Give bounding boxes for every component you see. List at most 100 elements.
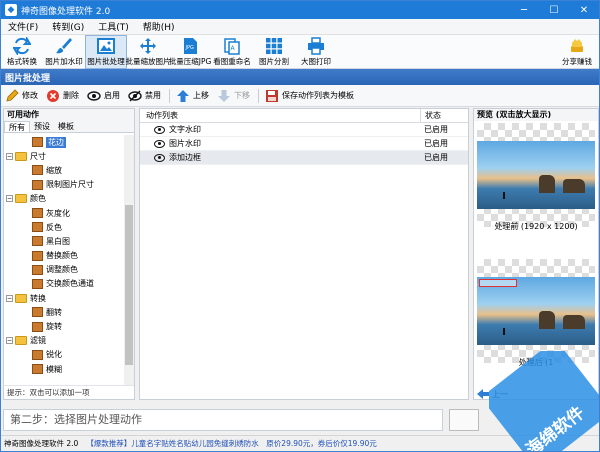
action-row[interactable]: 图片水印 已启用: [140, 137, 468, 151]
tree-item[interactable]: 灰度化: [4, 206, 124, 220]
tree-item[interactable]: 模糊: [4, 362, 124, 376]
eye-icon[interactable]: [154, 139, 165, 148]
toolbar-resize-button[interactable]: 批量缩放图片: [125, 35, 171, 69]
person-silhouette: [503, 192, 505, 199]
tab-all[interactable]: 所有: [4, 121, 30, 132]
action-label: 禁用: [145, 91, 161, 100]
tree-item-label: 限制图片尺寸: [46, 180, 94, 190]
tree-scrollbar[interactable]: [124, 135, 134, 385]
tree-item[interactable]: 缩放: [4, 163, 124, 177]
menu-help[interactable]: 帮助(H): [136, 20, 182, 33]
tree-item[interactable]: 限制图片尺寸: [4, 178, 124, 192]
tree-folder[interactable]: − 转换: [4, 291, 124, 305]
title-bar: ◆ 神奇图像处理软件 2.0 ─ ☐ ✕: [1, 1, 599, 19]
preview-after[interactable]: 处理后 (1: [477, 259, 595, 367]
move-up-button[interactable]: 上移: [176, 89, 209, 103]
menu-tools[interactable]: 工具(T): [91, 20, 136, 33]
image-icon: [97, 37, 115, 55]
tree-folder[interactable]: − 尺寸: [4, 149, 124, 163]
enable-button[interactable]: 启用: [87, 89, 120, 103]
action-tree: 花边 − 尺寸 缩放 限制图片尺寸 − 颜色 灰度化 反色 黑白图 替换颜色 调…: [4, 135, 124, 383]
minimize-button[interactable]: ─: [509, 1, 539, 19]
action-label: 上移: [193, 91, 209, 100]
edit-button[interactable]: 修改: [5, 88, 38, 103]
save-template-button[interactable]: 保存动作列表为模板: [265, 89, 354, 103]
column-header-action[interactable]: 动作列表: [140, 109, 420, 122]
tree-item[interactable]: 旋转: [4, 319, 124, 333]
tree-item-label: 模糊: [46, 364, 62, 374]
disable-button[interactable]: 禁用: [128, 89, 161, 103]
watermark-box: [479, 279, 517, 287]
menu-file[interactable]: 文件(F): [1, 20, 45, 33]
action-box-icon: [32, 208, 43, 219]
panel-title: 可用动作: [4, 109, 134, 121]
beach-photo-image: [477, 277, 595, 345]
tree-item[interactable]: 调整颜色: [4, 263, 124, 277]
toolbar-batch-button[interactable]: 图片批处理: [85, 35, 127, 69]
toolbar-label: 图片分割: [259, 57, 289, 66]
collapse-icon[interactable]: −: [6, 337, 13, 345]
action-tabs: 所有 预设 模板: [4, 121, 134, 133]
eye-icon[interactable]: [154, 125, 165, 134]
action-row[interactable]: 添加边框 已启用: [140, 151, 468, 165]
tree-folder[interactable]: − 颜色: [4, 192, 124, 206]
tab-presets[interactable]: 预设: [30, 121, 54, 132]
eye-off-icon: [128, 89, 142, 103]
toolbar-label: 分享赚钱: [562, 57, 592, 66]
tree-folder[interactable]: − 滤镜: [4, 334, 124, 348]
toolbar-split-button[interactable]: 图片分割: [253, 35, 295, 69]
tree-folder-label: 颜色: [30, 194, 46, 204]
maximize-button[interactable]: ☐: [539, 1, 569, 19]
close-button[interactable]: ✕: [569, 1, 599, 19]
toolbar-separator: [258, 88, 259, 103]
available-actions-panel: 可用动作 所有 预设 模板 花边 − 尺寸 缩放 限制图片尺寸 − 颜色 灰度化…: [3, 108, 135, 400]
preview-before[interactable]: 处理前 (1920 x 1200): [477, 123, 595, 231]
toolbar-label: 格式转换: [7, 57, 37, 66]
toolbar-print-button[interactable]: 大图打印: [295, 35, 337, 69]
tree-item[interactable]: 黑白图: [4, 234, 124, 248]
action-row[interactable]: 文字水印 已启用: [140, 123, 468, 137]
tree-item[interactable]: 交换颜色通道: [4, 277, 124, 291]
move-down-button[interactable]: 下移: [217, 89, 250, 103]
next-step-button[interactable]: [449, 409, 479, 431]
tree-item[interactable]: 锐化: [4, 348, 124, 362]
tree-item[interactable]: 替换颜色: [4, 249, 124, 263]
action-box-icon: [32, 349, 43, 360]
toolbar-label: 批量缩放图片: [125, 57, 171, 66]
prev-step-button[interactable]: 上一: [473, 387, 599, 401]
move-arrows-icon: [139, 37, 157, 55]
tree-item-label: 黑白图: [46, 236, 70, 246]
action-box-icon: [32, 364, 43, 375]
menu-goto[interactable]: 转到(G): [45, 20, 91, 33]
toolbar-compress-button[interactable]: JPG 批量压缩JPG: [169, 35, 211, 69]
delete-button[interactable]: 删除: [46, 89, 79, 103]
action-box-icon: [32, 236, 43, 247]
printer-icon: [307, 37, 325, 55]
column-header-status[interactable]: 状态: [420, 109, 441, 122]
folder-icon: [15, 151, 27, 161]
share-earn-button[interactable]: 分享赚钱: [555, 35, 599, 69]
toolbar-separator: [169, 88, 170, 103]
tree-item[interactable]: 花边: [4, 135, 124, 149]
collapse-icon[interactable]: −: [6, 152, 13, 160]
scrollbar-thumb[interactable]: [125, 205, 133, 365]
toolbar-rename-button[interactable]: A 看图重命名: [211, 35, 253, 69]
main-toolbar: 格式转换 图片加水印 图片批处理 批量缩放图片 JPG 批量压缩JPG A 看图…: [1, 35, 599, 69]
svg-text:JPG: JPG: [185, 45, 194, 51]
action-box-icon: [32, 222, 43, 233]
app-window: ◆ 神奇图像处理软件 2.0 ─ ☐ ✕ 文件(F) 转到(G) 工具(T) 帮…: [0, 0, 600, 452]
action-label: 下移: [234, 91, 250, 100]
toolbar-convert-button[interactable]: 格式转换: [1, 35, 43, 69]
promo-link[interactable]: 【爆款推荐】儿童名字贴姓名贴幼儿园免缝刺绣防水 原价29.90元，券后价仅19.…: [86, 438, 376, 449]
eye-icon[interactable]: [154, 153, 165, 162]
delete-icon: [46, 89, 60, 103]
toolbar-watermark-button[interactable]: 图片加水印: [43, 35, 85, 69]
action-label: 启用: [104, 91, 120, 100]
collapse-icon[interactable]: −: [6, 195, 13, 203]
tree-item[interactable]: 翻转: [4, 305, 124, 319]
collapse-icon[interactable]: −: [6, 294, 13, 302]
tree-item[interactable]: 反色: [4, 220, 124, 234]
tree-item-label: 交换颜色通道: [46, 279, 94, 289]
tab-templates[interactable]: 模板: [54, 121, 78, 132]
action-box-icon: [32, 137, 43, 148]
